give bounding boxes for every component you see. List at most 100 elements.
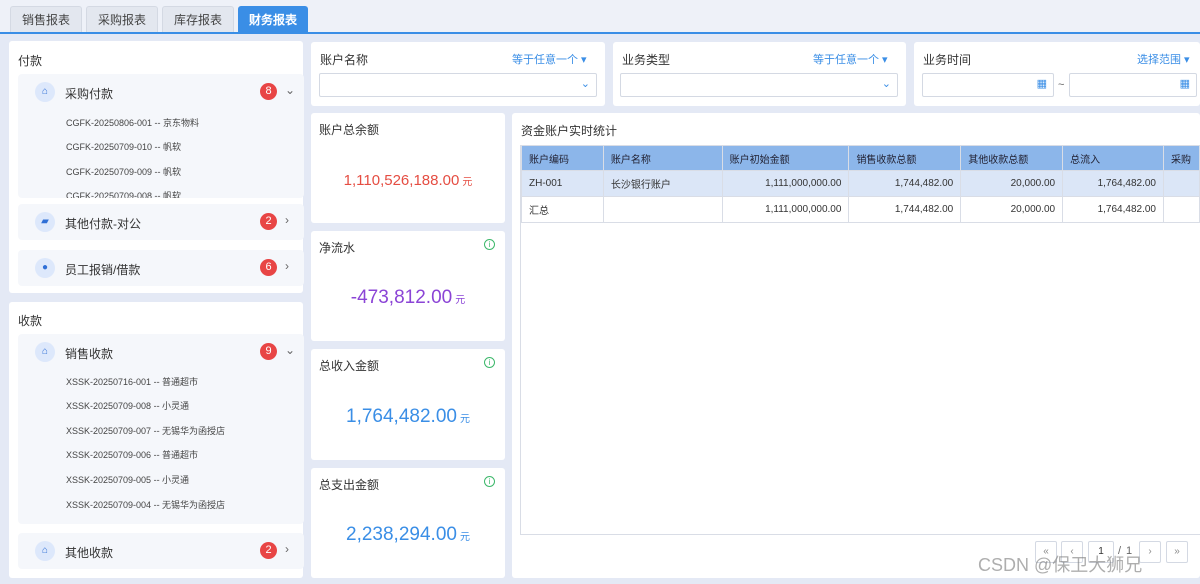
person-icon: ●	[35, 258, 55, 278]
cell-initial: 1,111,000,000.00	[721, 170, 850, 197]
chevron-down-icon: ⌄	[580, 78, 590, 90]
receipts-panel: 收款 ⌂ 销售收款 9 ⌄ XSSK-20250716-001 -- 普通超市 …	[9, 302, 304, 578]
business-type-select[interactable]: ⌄	[620, 73, 898, 97]
chevron-right-icon[interactable]: ›	[285, 213, 289, 227]
home-icon: ▰	[35, 212, 55, 232]
cell-code: ZH-001	[521, 170, 604, 197]
filter-label: 业务时间	[923, 53, 972, 67]
tab-finance-report[interactable]: 财务报表	[238, 6, 308, 34]
chevron-right-icon[interactable]: ›	[285, 259, 289, 273]
tab-inventory-report[interactable]: 库存报表	[162, 6, 234, 32]
watermark: CSDN @保卫大狮兄	[978, 555, 1143, 575]
list-item[interactable]: CGFK-20250709-008 -- 帆软	[66, 189, 181, 198]
column-header[interactable]: 账户编码	[521, 145, 604, 171]
chevron-down-icon[interactable]: ⌄	[285, 83, 295, 97]
other-payment-group[interactable]: ▰ 其他付款-对公 2 ›	[18, 204, 304, 240]
range-separator: ~	[1058, 79, 1065, 91]
card-title: 净流水	[319, 241, 356, 255]
home-icon: ⌂	[35, 541, 55, 561]
cell-name: 长沙银行账户	[602, 170, 723, 197]
payments-panel: 付款 ⌂ 采购付款 8 ⌄ CGFK-20250806-001 -- 京东物料 …	[9, 41, 304, 293]
other-payment-header[interactable]: ▰ 其他付款-对公 2 ›	[18, 204, 304, 240]
column-header[interactable]: 账户名称	[602, 145, 723, 171]
expense-header[interactable]: ● 员工报销/借款 6 ›	[18, 250, 304, 286]
unit-text: 元	[462, 177, 473, 188]
list-item[interactable]: CGFK-20250806-001 -- 京东物料	[66, 116, 199, 129]
business-type-filter: 业务类型 等于任意一个 ▾ ⌄	[613, 42, 906, 106]
total-expense-card: 总支出金额 i 2,238,294.00 元	[311, 468, 505, 578]
count-badge: 9	[260, 343, 277, 360]
list-item[interactable]: XSSK-20250709-004 -- 无锡华为函授店	[66, 498, 225, 511]
expense-group[interactable]: ● 员工报销/借款 6 ›	[18, 250, 304, 286]
sales-receipt-header[interactable]: ⌂ 销售收款 9 ⌄	[18, 334, 304, 370]
tab-sales-report[interactable]: 销售报表	[10, 6, 82, 32]
info-icon[interactable]: i	[484, 476, 495, 487]
table-row[interactable]: 汇总 1,111,000,000.00 1,744,482.00 20,000.…	[521, 196, 1200, 223]
total-balance-card: 账户总余额 1,110,526,188.00 元	[311, 113, 505, 223]
list-item[interactable]: XSSK-20250709-006 -- 普通超市	[66, 448, 198, 461]
list-item[interactable]: XSSK-20250716-001 -- 普通超市	[66, 375, 198, 388]
list-item[interactable]: CGFK-20250709-009 -- 帆软	[66, 165, 181, 178]
cell-name	[602, 196, 723, 223]
filter-operator-dropdown[interactable]: 等于任意一个 ▾	[512, 51, 587, 67]
table-row[interactable]: ZH-001 长沙银行账户 1,111,000,000.00 1,744,482…	[521, 170, 1200, 197]
chevron-right-icon[interactable]: ›	[285, 542, 289, 556]
column-header[interactable]: 其他收款总额	[960, 145, 1064, 171]
count-badge: 2	[260, 213, 277, 230]
other-receipt-header[interactable]: ⌂ 其他收款 2 ›	[18, 533, 304, 569]
purchase-payment-group: ⌂ 采购付款 8 ⌄ CGFK-20250806-001 -- 京东物料 CGF…	[18, 74, 304, 198]
chevron-down-icon: ⌄	[881, 78, 891, 90]
column-header[interactable]: 账户初始金额	[721, 145, 850, 171]
report-tab-bar: 销售报表 采购报表 库存报表 财务报表	[0, 0, 1200, 34]
table-header-row: 账户编码 账户名称 账户初始金额 销售收款总额 其他收款总额 总流入 采购	[521, 145, 1200, 171]
cell-other: 20,000.00	[960, 170, 1064, 197]
payments-title: 付款	[18, 54, 43, 68]
tab-purchase-report[interactable]: 采购报表	[86, 6, 158, 32]
cell-purchase	[1162, 170, 1200, 197]
column-header[interactable]: 采购	[1162, 145, 1200, 171]
cell-other: 20,000.00	[960, 196, 1064, 223]
card-title: 总收入金额	[319, 359, 380, 373]
cell-purchase	[1162, 196, 1200, 223]
chevron-down-icon[interactable]: ⌄	[285, 343, 295, 357]
cell-inflow: 1,764,482.00	[1062, 170, 1164, 197]
cell-sales: 1,744,482.00	[848, 170, 962, 197]
value-text: 1,764,482.00	[346, 406, 457, 427]
column-header[interactable]: 销售收款总额	[848, 145, 962, 171]
count-badge: 6	[260, 259, 277, 276]
group-label: 销售收款	[65, 347, 114, 361]
unit-text: 元	[459, 532, 470, 543]
start-date-input[interactable]: ▦	[922, 73, 1054, 97]
other-receipt-group[interactable]: ⌂ 其他收款 2 ›	[18, 533, 304, 569]
end-date-input[interactable]: ▦	[1069, 73, 1197, 97]
list-item[interactable]: XSSK-20250709-008 -- 小灵通	[66, 399, 189, 412]
value-text: -473,812.00	[350, 287, 453, 308]
next-page-button[interactable]: ›	[1139, 541, 1161, 563]
info-icon[interactable]: i	[484, 357, 495, 368]
calendar-icon: ▦	[1036, 78, 1047, 90]
count-badge: 8	[260, 83, 277, 100]
filter-operator-dropdown[interactable]: 等于任意一个 ▾	[813, 51, 888, 67]
purchase-payment-header[interactable]: ⌂ 采购付款 8 ⌄	[18, 74, 304, 110]
value-text: 1,110,526,188.00	[343, 172, 460, 189]
list-item[interactable]: CGFK-20250709-010 -- 帆软	[66, 140, 181, 153]
count-badge: 2	[260, 542, 277, 559]
group-label: 其他收款	[65, 546, 114, 560]
info-icon[interactable]: i	[484, 239, 495, 250]
value-text: 2,238,294.00	[346, 524, 457, 545]
account-name-select[interactable]: ⌄	[319, 73, 597, 97]
group-label: 员工报销/借款	[65, 263, 141, 277]
list-item[interactable]: XSSK-20250709-007 -- 无锡华为函授店	[66, 424, 225, 437]
unit-text: 元	[455, 295, 466, 306]
cell-code: 汇总	[521, 196, 604, 223]
filter-label: 业务类型	[622, 53, 671, 67]
cell-sales: 1,744,482.00	[848, 196, 962, 223]
home-icon: ⌂	[35, 342, 55, 362]
business-time-filter: 业务时间 选择范围 ▾ ▦ ~ ▦	[914, 42, 1200, 106]
last-page-button[interactable]: »	[1166, 541, 1188, 563]
filter-label: 账户名称	[320, 53, 369, 67]
filter-operator-dropdown[interactable]: 选择范围 ▾	[1137, 51, 1190, 67]
list-item[interactable]: XSSK-20250709-005 -- 小灵通	[66, 473, 189, 486]
card-value: 1,764,482.00 元	[311, 406, 505, 428]
column-header[interactable]: 总流入	[1062, 145, 1164, 171]
